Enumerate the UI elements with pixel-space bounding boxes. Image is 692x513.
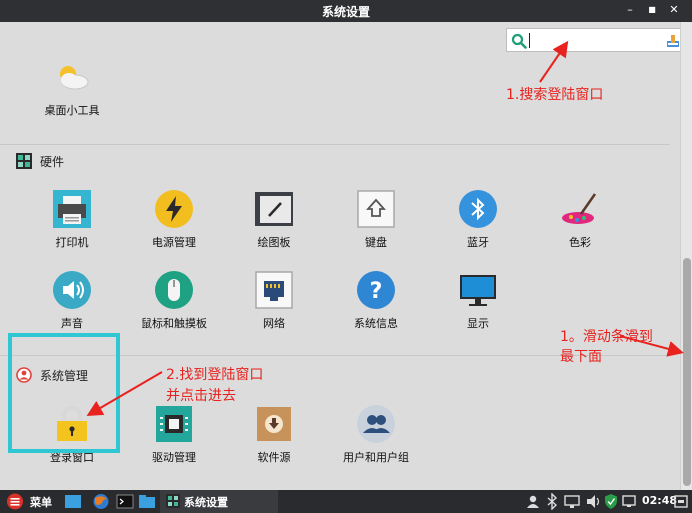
screen: 系统设置 – ■ ✕ 桌面小工具 硬件 打印机 电源管理 绘图板 键盘 蓝牙 色…: [0, 0, 692, 513]
file-manager-icon[interactable]: [138, 493, 156, 510]
arrow-to-search: [539, 40, 569, 83]
security-shield-icon[interactable]: [604, 493, 618, 510]
network-tray-icon[interactable]: [564, 493, 580, 510]
browser-icon[interactable]: [92, 493, 110, 510]
settings-app-icon: [166, 494, 180, 508]
arrow-to-login-tile: [86, 371, 163, 417]
taskbar-app-label: 系统设置: [184, 496, 228, 509]
start-menu-label[interactable]: 菜单: [30, 494, 52, 510]
taskbar: 菜单 系统设置 02:48: [0, 490, 692, 513]
display-tray-icon[interactable]: [622, 493, 636, 510]
arrow-to-scrollbar: [619, 335, 684, 357]
start-menu-icon[interactable]: [6, 493, 24, 510]
user-icon[interactable]: [526, 493, 540, 510]
annotation-arrows: [86, 40, 684, 417]
clock[interactable]: 02:48: [642, 494, 677, 507]
taskbar-active-app[interactable]: 系统设置: [160, 490, 278, 513]
show-desktop-icon[interactable]: [64, 493, 82, 510]
terminal-icon[interactable]: [116, 493, 134, 510]
bluetooth-tray-icon[interactable]: [546, 493, 558, 510]
notification-icon[interactable]: [674, 493, 688, 510]
volume-tray-icon[interactable]: [586, 493, 600, 510]
